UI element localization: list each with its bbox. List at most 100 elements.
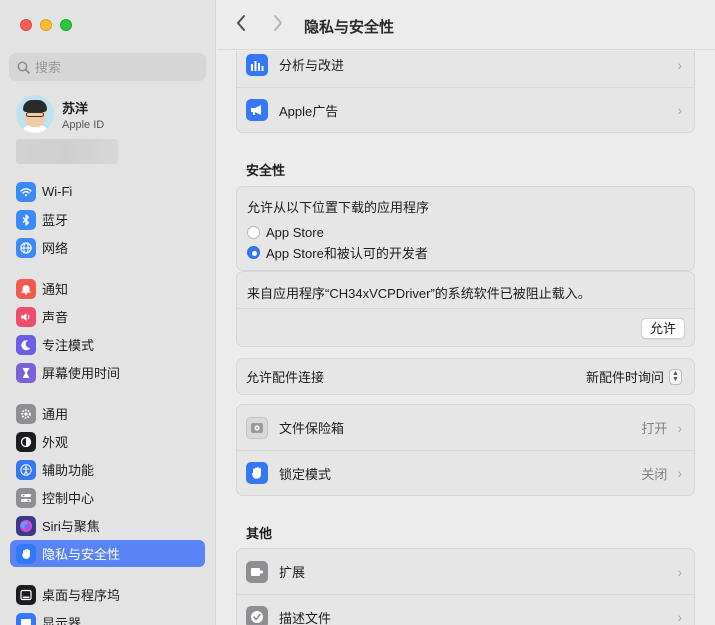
sidebar-item-label: Siri与聚焦 xyxy=(42,519,100,534)
allow-apps-title: 允许从以下位置下载的应用程序 xyxy=(247,200,430,215)
hourglass-icon xyxy=(16,362,36,383)
radio-app-store-identified[interactable]: App Store和被认可的开发者 xyxy=(247,242,684,262)
radio-label: App Store和被认可的开发者 xyxy=(266,245,428,261)
row-label: 文件保险箱 xyxy=(279,421,345,436)
sidebar-item[interactable]: 桌面与程序坞 xyxy=(10,581,205,608)
sidebar-item-label: 声音 xyxy=(42,310,69,325)
row-label: Apple广告 xyxy=(279,103,339,119)
wifi-icon xyxy=(16,181,36,202)
account-name: 苏洋 xyxy=(62,100,89,116)
radio-button[interactable] xyxy=(247,225,260,239)
search-icon xyxy=(17,61,30,74)
traffic-lights xyxy=(20,19,72,31)
sidebar-item[interactable]: 通用 xyxy=(10,400,205,427)
dock-icon xyxy=(16,584,36,605)
allow-button[interactable]: 允许 xyxy=(640,318,685,339)
main-pane: 隐私与安全性 分析与改进 › Apple广告 › 安全性 允许从以下位置下载的应… xyxy=(217,0,715,625)
sidebar-item[interactable]: 辅助功能 xyxy=(10,456,205,483)
sidebar-item[interactable]: 外观 xyxy=(10,428,205,455)
back-button[interactable] xyxy=(235,14,247,38)
sidebar-item[interactable]: 专注模式 xyxy=(10,331,205,358)
chevron-right-icon: › xyxy=(677,609,682,625)
radio-button-selected[interactable] xyxy=(247,245,260,259)
sidebar-item-label: Wi-Fi xyxy=(42,184,73,199)
close-window-button[interactable] xyxy=(20,19,32,31)
sidebar-item-label: 辅助功能 xyxy=(42,463,95,478)
siri-icon xyxy=(16,515,36,536)
allow-apps-group: 允许从以下位置下载的应用程序 App Store App Store和被认可的开… xyxy=(236,186,695,271)
sidebar-item[interactable]: 控制中心 xyxy=(10,484,205,511)
accessory-select[interactable]: 新配件时询问 ▲ ▼ xyxy=(586,367,682,386)
row-apple-ads[interactable]: Apple广告 › xyxy=(237,87,694,132)
row-extensions[interactable]: 扩展 › xyxy=(237,549,694,594)
sidebar-item-label: 隐私与安全性 xyxy=(42,547,121,562)
moon-icon xyxy=(16,334,36,355)
section-title-other: 其他 xyxy=(246,526,273,541)
sidebar-item[interactable]: Siri与聚焦 xyxy=(10,512,205,539)
chevron-right-icon: › xyxy=(677,102,682,118)
row-label: 锁定模式 xyxy=(279,466,332,482)
row-label: 允许配件连接 xyxy=(246,370,325,385)
gear-icon xyxy=(16,403,36,424)
row-profiles[interactable]: 描述文件 › xyxy=(237,594,694,625)
sidebar-item-label: 桌面与程序坞 xyxy=(42,588,121,603)
settings-window: 苏洋 Apple ID Wi-Fi 蓝牙网络通知声音专注模式屏幕使用时间通用外观辅… xyxy=(0,0,715,625)
apple-id-account[interactable]: 苏洋 Apple ID xyxy=(16,95,104,133)
bluetooth-icon xyxy=(16,209,36,230)
sidebar-item[interactable]: Wi-Fi xyxy=(10,178,205,205)
sidebar-item[interactable]: 蓝牙 xyxy=(10,206,205,233)
avatar xyxy=(16,95,54,133)
sidebar-search[interactable] xyxy=(9,53,206,81)
filevault-group: 文件保险箱 打开 › 锁定模式 关闭 › xyxy=(236,404,695,496)
safe-icon xyxy=(246,416,268,439)
row-filevault[interactable]: 文件保险箱 打开 › xyxy=(237,405,694,450)
select-value: 新配件时询问 xyxy=(585,370,664,385)
sidebar-item[interactable]: 屏幕使用时间 xyxy=(10,359,205,386)
privacy-group: 分析与改进 › Apple广告 › xyxy=(236,51,695,133)
zoom-window-button[interactable] xyxy=(60,19,72,31)
sidebar-item[interactable]: 声音 xyxy=(10,303,205,330)
sidebar-item[interactable]: 显示器 xyxy=(10,609,205,625)
minimize-window-button[interactable] xyxy=(40,19,52,31)
sidebar-item[interactable]: 隐私与安全性 xyxy=(10,540,205,567)
row-label: 扩展 xyxy=(279,565,306,580)
profile-icon xyxy=(246,606,268,625)
chevron-right-icon: › xyxy=(677,56,682,73)
sidebar-item-label: 显示器 xyxy=(42,616,82,625)
sidebar: 苏洋 Apple ID Wi-Fi 蓝牙网络通知声音专注模式屏幕使用时间通用外观辅… xyxy=(0,0,216,625)
blocked-message: 来自应用程序“CH34xVCPDriver”的系统软件已被阻止载入。 xyxy=(247,286,591,301)
account-subtitle: Apple ID xyxy=(62,118,105,131)
extension-icon xyxy=(246,560,268,583)
sidebar-item-label: 通用 xyxy=(42,407,69,422)
section-title-security: 安全性 xyxy=(246,163,286,178)
chevron-right-icon: › xyxy=(677,465,682,481)
forward-button[interactable] xyxy=(272,14,284,38)
chevron-right-icon: › xyxy=(677,563,682,580)
sidebar-item[interactable]: 通知 xyxy=(10,275,205,302)
accessory-group: 允许配件连接 新配件时询问 ▲ ▼ xyxy=(236,358,695,395)
settings-content: 分析与改进 › Apple广告 › 安全性 允许从以下位置下载的应用程序 App… xyxy=(217,51,715,625)
radio-app-store[interactable]: App Store xyxy=(247,222,684,242)
chevron-right-icon: › xyxy=(677,419,682,436)
row-analytics[interactable]: 分析与改进 › xyxy=(237,51,694,87)
control-center-icon xyxy=(16,487,36,508)
toolbar: 隐私与安全性 xyxy=(217,0,715,50)
accessibility-icon xyxy=(16,459,36,480)
sidebar-item-label: 专注模式 xyxy=(42,338,95,353)
row-value: 关闭 xyxy=(641,466,668,482)
sidebar-item[interactable]: 网络 xyxy=(10,234,205,261)
bell-icon xyxy=(16,278,36,299)
other-group: 扩展 › 描述文件 › xyxy=(236,548,695,625)
chevron-right-icon xyxy=(274,15,282,31)
row-value: 打开 xyxy=(641,421,668,436)
radio-label: App Store xyxy=(266,224,324,240)
sidebar-item-label: 蓝牙 xyxy=(42,213,69,228)
hand-icon xyxy=(246,462,268,484)
redacted-bar xyxy=(16,139,118,164)
search-input[interactable] xyxy=(35,59,195,75)
blocked-software-group: 来自应用程序“CH34xVCPDriver”的系统软件已被阻止载入。 允许 xyxy=(236,271,695,347)
sidebar-item-label: 外观 xyxy=(42,435,69,450)
row-lockdown[interactable]: 锁定模式 关闭 › xyxy=(237,450,694,495)
megaphone-icon xyxy=(246,99,268,121)
display-icon xyxy=(16,612,36,625)
